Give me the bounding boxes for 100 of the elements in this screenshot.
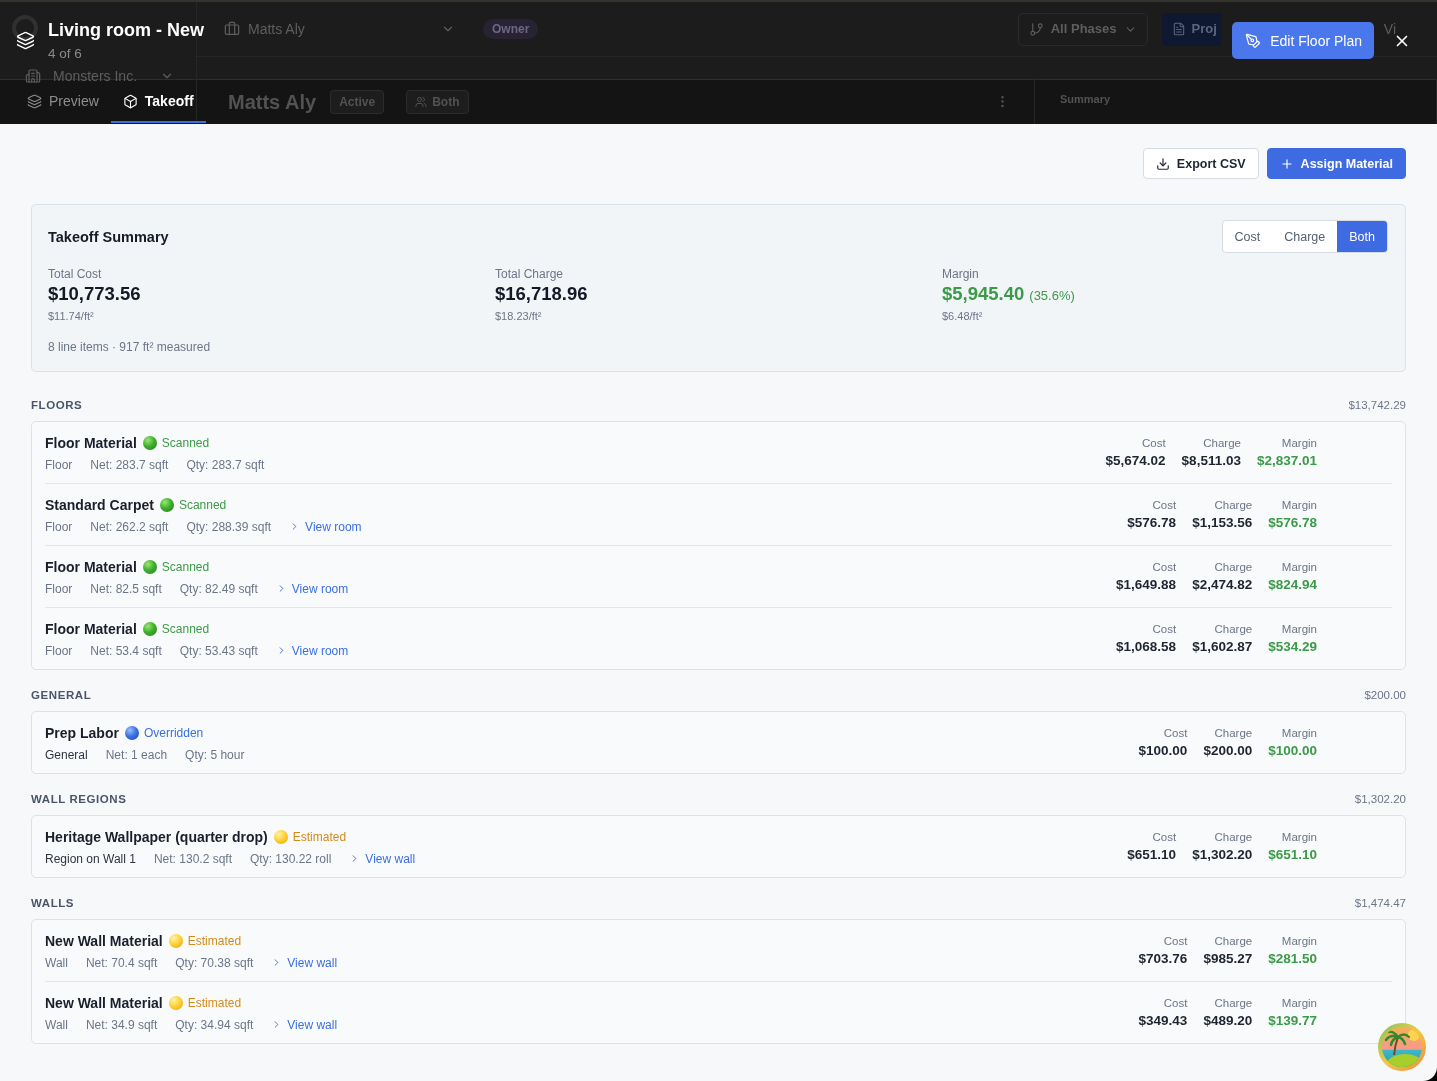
amount-value: $651.10 — [1268, 845, 1317, 864]
view-link[interactable]: View wall — [349, 851, 416, 866]
item-name: Floor Material — [45, 558, 137, 575]
briefcase-icon — [224, 21, 240, 37]
amount-label: Margin — [1281, 559, 1317, 575]
section-total: $1,302.20 — [1354, 793, 1406, 805]
order-quantity: Qty: 130.22 roll — [250, 851, 332, 866]
item-name: Standard Carpet — [45, 496, 154, 513]
amount-value: $1,153.56 — [1192, 513, 1253, 532]
mode-option[interactable]: Both — [1337, 221, 1387, 252]
amount-value: $576.78 — [1268, 513, 1317, 532]
view-link[interactable]: View room — [289, 519, 362, 534]
export-csv-button[interactable]: Export CSV — [1142, 148, 1259, 179]
section-title: GENERAL — [31, 689, 92, 701]
role-badge: Owner — [483, 19, 539, 39]
item-type: Floor — [45, 581, 73, 596]
item-type: Floor — [45, 643, 73, 658]
net-quantity: Net: 262.2 sqft — [90, 519, 169, 534]
amount-label: Margin — [1281, 497, 1317, 513]
document-icon — [1171, 22, 1186, 36]
amount-label: Margin — [1281, 829, 1317, 845]
view-link[interactable]: View wall — [271, 1017, 338, 1032]
section-title: FLOORS — [31, 399, 83, 411]
amount-value: $100.00 — [1138, 741, 1188, 760]
item-type: Wall — [45, 955, 68, 970]
phase-filter-button[interactable]: All Phases — [1017, 12, 1148, 46]
client-heading: Matts Aly — [228, 92, 317, 111]
assign-material-button[interactable]: Assign Material — [1266, 148, 1406, 179]
amount-value: $1,602.87 — [1192, 637, 1253, 656]
status-label: Scanned — [161, 559, 210, 574]
status-label: Scanned — [161, 621, 210, 636]
item-name: New Wall Material — [45, 932, 163, 949]
amount-label: Charge — [1214, 995, 1253, 1011]
amount-value: $100.00 — [1268, 741, 1317, 760]
amount-label: Cost — [1152, 559, 1177, 575]
item-name: Heritage Wallpaper (quarter drop) — [45, 828, 268, 845]
amount-label: Cost — [1141, 435, 1166, 451]
amount-value: $2,474.82 — [1192, 575, 1253, 594]
status-label: Estimated — [187, 933, 242, 948]
status-dot-icon — [159, 497, 174, 512]
item-type: General — [45, 747, 88, 762]
amount-label: Cost — [1152, 621, 1177, 637]
rate-per-area: $6.48/ft² — [942, 308, 983, 324]
stat-value: $10,773.56 — [48, 282, 141, 306]
amount-label: Margin — [1281, 435, 1317, 451]
status-label: Overridden — [143, 725, 204, 740]
palm-island-icon[interactable] — [1378, 1023, 1426, 1071]
amount-value: $1,649.88 — [1116, 575, 1177, 594]
amount-value: $1,302.20 — [1192, 845, 1253, 864]
status-label: Estimated — [292, 829, 347, 844]
amount-label: Cost — [1163, 933, 1188, 949]
net-quantity: Net: 1 each — [105, 747, 168, 762]
cube-icon — [122, 93, 138, 109]
amount-value: $576.78 — [1127, 513, 1177, 532]
section-title: WALL REGIONS — [31, 793, 127, 805]
item-counter: 4 of 6 — [48, 45, 83, 62]
file-button[interactable]: Proj — [1161, 12, 1221, 46]
status-dot-icon — [124, 725, 139, 740]
rate-per-area: $18.23/ft² — [495, 308, 542, 324]
item-type: Floor — [45, 519, 73, 534]
order-quantity: Qty: 53.43 sqft — [179, 643, 258, 658]
order-quantity: Qty: 34.94 sqft — [175, 1017, 254, 1032]
mode-option[interactable]: Cost — [1222, 221, 1273, 252]
amount-value: $281.50 — [1268, 949, 1317, 968]
order-quantity: Qty: 283.7 sqft — [186, 457, 265, 472]
amount-value: $200.00 — [1203, 741, 1253, 760]
mode-option[interactable]: Charge — [1272, 221, 1338, 252]
view-link[interactable]: View room — [275, 643, 349, 658]
view-link[interactable]: View wall — [271, 955, 338, 970]
status-label: Estimated — [187, 995, 242, 1010]
view-link[interactable]: View room — [275, 581, 349, 596]
amount-label: Cost — [1163, 725, 1188, 741]
stat-value: $16,718.96 — [495, 282, 588, 306]
amount-label: Charge — [1203, 435, 1241, 451]
section-total: $1,474.47 — [1354, 897, 1406, 909]
amount-label: Cost — [1152, 829, 1177, 845]
amount-value: $139.77 — [1268, 1011, 1317, 1030]
net-quantity: Net: 130.2 sqft — [153, 851, 232, 866]
amount-label: Cost — [1152, 497, 1177, 513]
item-name: Prep Labor — [45, 724, 119, 741]
stat-label: Margin — [942, 266, 979, 282]
amount-value: $489.20 — [1203, 1011, 1253, 1030]
net-quantity: Net: 82.5 sqft — [90, 581, 162, 596]
amount-label: Charge — [1214, 933, 1253, 949]
amount-value: $651.10 — [1127, 845, 1177, 864]
order-quantity: Qty: 70.38 sqft — [175, 955, 254, 970]
edit-floor-plan-button[interactable]: Edit Floor Plan — [1232, 22, 1374, 59]
item-name: Floor Material — [45, 620, 137, 637]
amount-label: Charge — [1214, 829, 1253, 845]
stat-label: Total Cost — [48, 266, 102, 282]
modal-title: Living room - New — [48, 19, 204, 41]
net-quantity: Net: 34.9 sqft — [85, 1017, 158, 1032]
amount-label: Charge — [1214, 559, 1253, 575]
amount-label: Charge — [1214, 497, 1253, 513]
view-label: Vi — [1383, 21, 1396, 37]
amount-value: $703.76 — [1138, 949, 1188, 968]
item-type: Region on Wall 1 — [45, 851, 136, 866]
amount-value: $534.29 — [1268, 637, 1317, 656]
status-label: Scanned — [161, 435, 210, 450]
status-dot-icon — [142, 559, 157, 574]
